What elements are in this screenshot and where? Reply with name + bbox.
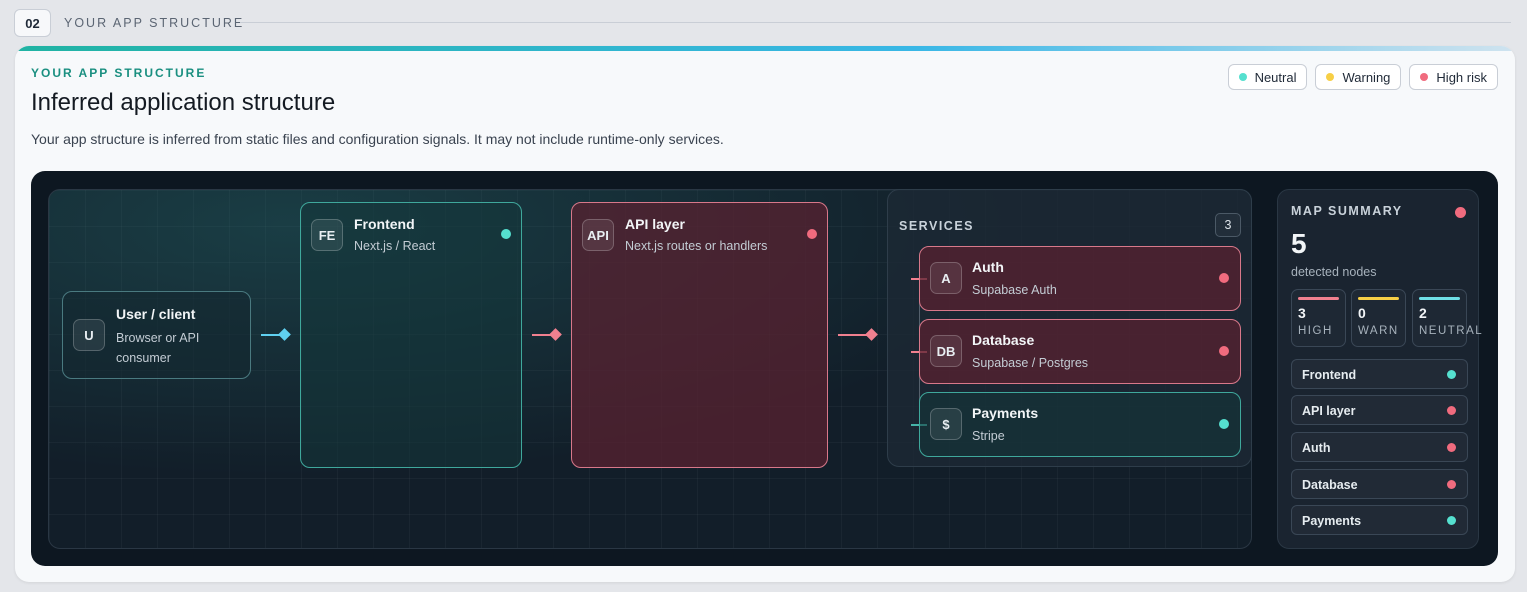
status-dot-icon: [807, 229, 817, 239]
step-number-badge: 02: [14, 9, 51, 37]
summary-status-dot-icon: [1455, 207, 1466, 218]
service-title: Auth: [972, 259, 1004, 275]
node-subtitle: Next.js routes or handlers: [625, 239, 768, 253]
database-icon: DB: [930, 335, 962, 367]
status-dot-icon: [501, 229, 511, 239]
status-dot-icon: [1447, 406, 1456, 415]
legend-label: Neutral: [1254, 69, 1297, 85]
legend-label: High risk: [1436, 69, 1487, 85]
structure-map: U User / client Browser or API consumer …: [31, 171, 1498, 566]
app-structure-card: YOUR APP STRUCTURE Inferred application …: [15, 46, 1515, 582]
card-description: Your app structure is inferred from stat…: [31, 131, 724, 147]
map-summary-panel: MAP SUMMARY 5 detected nodes 3 HIGH 0 WA…: [1277, 189, 1482, 549]
status-dot-icon: [1219, 346, 1229, 356]
stat-warn: 0 WARN: [1351, 289, 1406, 347]
node-user-client[interactable]: U User / client Browser or API consumer: [62, 291, 251, 379]
connector-diamond-icon: [278, 328, 291, 341]
status-dot-icon: [1447, 516, 1456, 525]
summary-row-label: Frontend: [1302, 368, 1357, 382]
service-subtitle: Supabase Auth: [972, 283, 1057, 297]
node-title: User / client: [116, 306, 196, 322]
summary-row-label: API layer: [1302, 404, 1356, 418]
stat-value: 2: [1419, 305, 1427, 321]
stat-color-bar: [1419, 297, 1460, 300]
summary-node-count: 5: [1291, 228, 1307, 259]
node-frontend[interactable]: FE Frontend Next.js / React: [300, 202, 522, 468]
neutral-dot-icon: [1238, 73, 1247, 81]
connector-diamond-icon: [865, 328, 878, 341]
status-dot-icon: [1447, 370, 1456, 379]
warning-dot-icon: [1326, 73, 1335, 81]
status-dot-icon: [1219, 273, 1229, 283]
section-heading: YOUR APP STRUCTURE: [64, 16, 245, 30]
services-label: SERVICES: [899, 219, 974, 233]
node-subtitle: Browser or API: [116, 331, 200, 345]
service-subtitle: Supabase / Postgres: [972, 356, 1089, 370]
node-subtitle: Next.js / React: [354, 239, 436, 253]
stat-label: WARN: [1358, 325, 1399, 337]
node-api-layer[interactable]: API API layer Next.js routes or handlers: [571, 202, 828, 468]
summary-row-label: Auth: [1302, 441, 1331, 455]
service-payments[interactable]: $ Payments Stripe: [919, 392, 1241, 457]
stat-label: HIGH: [1298, 325, 1333, 337]
node-subtitle: consumer: [116, 351, 171, 365]
stat-value: 3: [1298, 305, 1306, 321]
stat-high: 3 HIGH: [1291, 289, 1346, 347]
node-title: API layer: [625, 216, 685, 232]
dollar-icon: $: [930, 408, 962, 440]
legend-label: Warning: [1342, 69, 1391, 85]
legend-warning[interactable]: Warning: [1315, 64, 1402, 90]
api-icon: API: [582, 219, 614, 251]
service-title: Payments: [972, 405, 1039, 421]
stat-color-bar: [1358, 297, 1399, 300]
node-title: Frontend: [354, 216, 415, 232]
map-canvas: U User / client Browser or API consumer …: [48, 189, 1252, 549]
summary-caption: detected nodes: [1291, 265, 1377, 279]
status-dot-icon: [1447, 443, 1456, 452]
summary-row-auth[interactable]: Auth: [1291, 432, 1468, 462]
stat-neutral: 2 NEUTRAL: [1412, 289, 1482, 347]
services-count-badge: 3: [1215, 213, 1241, 237]
summary-row-label: Database: [1302, 478, 1358, 492]
card-title: Inferred application structure: [31, 89, 336, 116]
service-auth[interactable]: A Auth Supabase Auth: [919, 246, 1241, 311]
connector-diamond-icon: [549, 328, 562, 341]
card-eyebrow: YOUR APP STRUCTURE: [31, 66, 207, 80]
status-legend: Neutral Warning High risk: [1227, 64, 1498, 90]
section-divider: [240, 22, 1511, 23]
user-icon: U: [73, 319, 105, 351]
summary-label: MAP SUMMARY: [1291, 204, 1403, 218]
summary-row-frontend[interactable]: Frontend: [1291, 359, 1468, 389]
service-title: Database: [972, 332, 1035, 348]
frontend-icon: FE: [311, 219, 343, 251]
summary-row-api-layer[interactable]: API layer: [1291, 395, 1468, 425]
card-accent-bar: [15, 46, 1515, 51]
summary-row-database[interactable]: Database: [1291, 469, 1468, 499]
stat-value: 0: [1358, 305, 1366, 321]
service-subtitle: Stripe: [972, 429, 1005, 443]
services-group: SERVICES 3 A Auth Supabase Auth DB Datab…: [887, 189, 1252, 467]
stat-color-bar: [1298, 297, 1339, 300]
stat-label: NEUTRAL: [1419, 325, 1484, 337]
service-database[interactable]: DB Database Supabase / Postgres: [919, 319, 1241, 384]
legend-high-risk[interactable]: High risk: [1409, 64, 1498, 90]
legend-neutral[interactable]: Neutral: [1227, 64, 1308, 90]
status-dot-icon: [1447, 480, 1456, 489]
status-dot-icon: [1219, 419, 1229, 429]
summary-row-label: Payments: [1302, 514, 1362, 528]
summary-row-payments[interactable]: Payments: [1291, 505, 1468, 535]
auth-icon: A: [930, 262, 962, 294]
high-risk-dot-icon: [1420, 73, 1429, 81]
